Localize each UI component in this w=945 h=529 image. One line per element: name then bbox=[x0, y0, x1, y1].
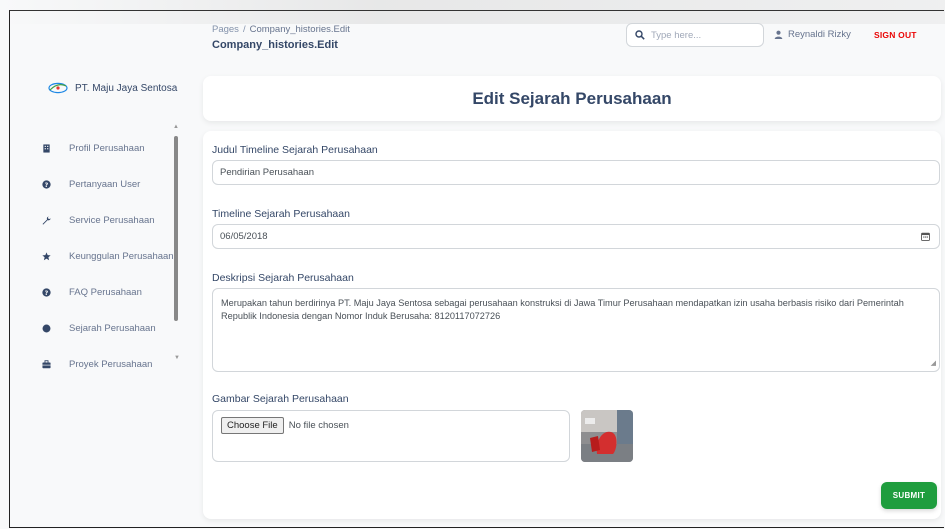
sign-out-button[interactable]: SIGN OUT bbox=[874, 30, 917, 40]
gambar-label: Gambar Sejarah Perusahaan bbox=[212, 393, 349, 405]
search-icon bbox=[635, 30, 645, 40]
company-logo-icon bbox=[48, 82, 68, 94]
choose-file-button[interactable]: Choose File bbox=[221, 417, 284, 434]
submit-button[interactable]: SUBMIT bbox=[881, 482, 937, 509]
briefcase-icon bbox=[35, 353, 57, 375]
sidebar-item-proyek-perusahaan[interactable]: Proyek Perusahaan bbox=[28, 346, 178, 382]
timeline-value: 06/05/2018 bbox=[220, 231, 268, 242]
svg-text:?: ? bbox=[44, 289, 48, 296]
sidebar-item-faq-perusahaan[interactable]: ? FAQ Perusahaan bbox=[28, 274, 178, 310]
sidebar-item-label: Proyek Perusahaan bbox=[69, 358, 153, 370]
user-menu[interactable]: Reynaldi Rizky bbox=[774, 29, 851, 40]
brand[interactable]: PT. Maju Jaya Sentosa bbox=[48, 82, 177, 94]
timeline-label: Timeline Sejarah Perusahaan bbox=[212, 208, 350, 220]
timeline-date-input[interactable]: 06/05/2018 bbox=[212, 224, 940, 249]
sidebar-item-profil-perusahaan[interactable]: Profil Perusahaan bbox=[28, 130, 178, 166]
breadcrumb-separator: / bbox=[242, 24, 246, 35]
edit-form: Judul Timeline Sejarah Perusahaan Pendir… bbox=[203, 131, 941, 519]
judul-label: Judul Timeline Sejarah Perusahaan bbox=[212, 144, 378, 156]
top-navbar: Pages / Company_histories.Edit Company_his… bbox=[200, 14, 940, 62]
breadcrumb-root[interactable]: Pages bbox=[212, 24, 239, 35]
user-icon bbox=[774, 30, 783, 39]
sidebar-item-pertanyaan-user[interactable]: ? Pertanyaan User bbox=[28, 166, 178, 202]
sidebar-item-label: FAQ Perusahaan bbox=[69, 286, 142, 298]
question-icon: ? bbox=[35, 281, 57, 303]
resize-grip-icon[interactable]: ◢ bbox=[931, 359, 936, 369]
file-input[interactable]: Choose File No file chosen bbox=[212, 410, 570, 462]
search-input[interactable] bbox=[651, 29, 751, 41]
sidebar-item-keunggulan-perusahaan[interactable]: Keunggulan Perusahaan bbox=[28, 238, 178, 274]
svg-text:?: ? bbox=[44, 181, 48, 188]
sidebar-item-label: Service Perusahaan bbox=[69, 214, 155, 226]
sidebar-item-label: Keunggulan Perusahaan bbox=[69, 250, 174, 262]
sidebar-item-label: Pertanyaan User bbox=[69, 178, 141, 190]
dot-icon bbox=[35, 317, 57, 339]
search-box[interactable] bbox=[626, 23, 764, 47]
user-name: Reynaldi Rizky bbox=[788, 29, 851, 40]
deskripsi-label: Deskripsi Sejarah Perusahaan bbox=[212, 272, 354, 284]
building-icon bbox=[35, 137, 57, 159]
deskripsi-textarea[interactable]: Merupakan tahun berdirinya PT. Maju Jaya… bbox=[212, 288, 940, 372]
breadcrumb-current: Company_histories.Edit bbox=[249, 24, 350, 35]
scroll-down-arrow-icon[interactable]: ▼ bbox=[174, 355, 180, 361]
sidebar-scrollbar-thumb[interactable] bbox=[174, 136, 178, 321]
no-file-text: No file chosen bbox=[288, 420, 349, 431]
judul-input[interactable]: Pendirian Perusahaan bbox=[212, 160, 940, 185]
image-thumbnail bbox=[581, 410, 633, 462]
breadcrumb: Pages / Company_histories.Edit bbox=[212, 24, 350, 35]
wrench-icon bbox=[35, 209, 57, 231]
sidebar: PT. Maju Jaya Sentosa Profil Perusahaan … bbox=[28, 70, 188, 380]
question-icon: ? bbox=[35, 173, 57, 195]
star-icon bbox=[35, 245, 57, 267]
sidebar-nav: Profil Perusahaan ? Pertanyaan User Serv… bbox=[28, 130, 178, 382]
sidebar-item-label: Profil Perusahaan bbox=[69, 142, 145, 154]
form-heading: Edit Sejarah Perusahaan bbox=[472, 88, 672, 108]
scroll-up-arrow-icon[interactable]: ▲ bbox=[173, 124, 179, 130]
calendar-icon[interactable] bbox=[921, 232, 930, 241]
sidebar-item-sejarah-perusahaan[interactable]: Sejarah Perusahaan bbox=[28, 310, 178, 346]
sidebar-item-label: Sejarah Perusahaan bbox=[69, 322, 156, 334]
deskripsi-value: Merupakan tahun berdirinya PT. Maju Jaya… bbox=[221, 298, 904, 322]
brand-name: PT. Maju Jaya Sentosa bbox=[75, 82, 178, 94]
page-title: Company_histories.Edit bbox=[212, 39, 338, 51]
sidebar-item-service-perusahaan[interactable]: Service Perusahaan bbox=[28, 202, 178, 238]
title-card: Edit Sejarah Perusahaan bbox=[203, 76, 941, 121]
